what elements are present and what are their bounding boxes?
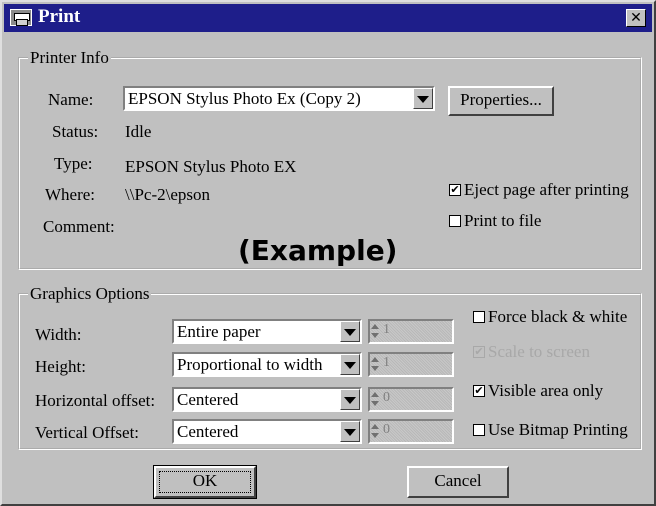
force-black-white-label: Force black & white bbox=[488, 307, 628, 326]
visible-area-only-label: Visible area only bbox=[488, 381, 604, 400]
spin-arrows-icon[interactable] bbox=[370, 321, 380, 342]
vertical-offset-spinner-value: 0 bbox=[383, 422, 390, 437]
checkbox-icon bbox=[449, 215, 461, 227]
width-select[interactable]: Entire paper bbox=[172, 319, 362, 344]
check-mark-icon: ✔ bbox=[473, 384, 485, 397]
height-spinner[interactable]: 1 bbox=[368, 352, 454, 377]
width-label: Width: bbox=[35, 325, 82, 344]
horizontal-offset-label: Horizontal offset: bbox=[35, 391, 156, 410]
horizontal-offset-select[interactable]: Centered bbox=[172, 387, 362, 412]
checkbox-icon bbox=[473, 311, 485, 323]
height-spinner-value: 1 bbox=[383, 355, 390, 370]
use-bitmap-printing-label: Use Bitmap Printing bbox=[488, 420, 628, 439]
chevron-down-icon[interactable] bbox=[340, 389, 360, 410]
height-value: Proportional to width bbox=[177, 355, 323, 374]
status-value: Idle bbox=[125, 122, 152, 141]
comment-label: Comment: bbox=[43, 217, 115, 236]
print-dialog: Print ✕ Printer Info Name: EPSON Stylus … bbox=[0, 0, 656, 506]
horizontal-offset-spinner-value: 0 bbox=[383, 390, 390, 405]
cancel-button[interactable]: Cancel bbox=[407, 466, 509, 498]
status-label: Status: bbox=[52, 122, 99, 141]
print-to-file-label: Print to file bbox=[464, 211, 542, 230]
vertical-offset-label: Vertical Offset: bbox=[35, 423, 140, 442]
height-label: Height: bbox=[35, 357, 86, 376]
chevron-down-icon[interactable] bbox=[340, 321, 360, 342]
horizontal-offset-spinner[interactable]: 0 bbox=[368, 387, 454, 412]
chevron-down-icon[interactable] bbox=[413, 88, 433, 109]
focus-ring bbox=[159, 471, 251, 493]
ok-button[interactable]: OK bbox=[153, 465, 257, 499]
graphics-options-legend: Graphics Options bbox=[30, 284, 150, 303]
check-mark-icon: ✔ bbox=[449, 183, 461, 196]
printer-name-select[interactable]: EPSON Stylus Photo Ex (Copy 2) bbox=[123, 86, 435, 111]
type-value: EPSON Stylus Photo EX bbox=[125, 157, 297, 176]
vertical-offset-value: Centered bbox=[177, 422, 239, 441]
width-spinner[interactable]: 1 bbox=[368, 319, 454, 344]
vertical-offset-select[interactable]: Centered bbox=[172, 419, 362, 444]
spin-arrows-icon[interactable] bbox=[370, 389, 380, 410]
type-label: Type: bbox=[54, 154, 93, 173]
title-bar[interactable]: Print ✕ bbox=[4, 4, 652, 32]
spin-arrows-icon[interactable] bbox=[370, 354, 380, 375]
spin-arrows-icon[interactable] bbox=[370, 421, 380, 442]
where-label: Where: bbox=[45, 185, 96, 204]
horizontal-offset-value: Centered bbox=[177, 390, 239, 409]
properties-button[interactable]: Properties... bbox=[448, 86, 554, 116]
width-value: Entire paper bbox=[177, 322, 261, 341]
printer-info-legend: Printer Info bbox=[30, 48, 109, 67]
printer-icon bbox=[10, 9, 32, 26]
height-select[interactable]: Proportional to width bbox=[172, 352, 362, 377]
close-button[interactable]: ✕ bbox=[626, 9, 646, 27]
scale-to-screen-label: Scale to screen bbox=[488, 342, 590, 361]
name-label: Name: bbox=[48, 90, 94, 109]
example-overlay-text: (Example) bbox=[238, 234, 398, 267]
where-value: \\Pc-2\epson bbox=[125, 185, 210, 204]
dialog-title: Print bbox=[38, 6, 81, 27]
checkbox-icon bbox=[473, 424, 485, 436]
eject-page-label: Eject page after printing bbox=[464, 180, 629, 199]
chevron-down-icon[interactable] bbox=[340, 354, 360, 375]
printer-name-value: EPSON Stylus Photo Ex (Copy 2) bbox=[128, 89, 361, 108]
vertical-offset-spinner[interactable]: 0 bbox=[368, 419, 454, 444]
check-mark-icon: ✔ bbox=[473, 345, 485, 358]
width-spinner-value: 1 bbox=[383, 322, 390, 337]
chevron-down-icon[interactable] bbox=[340, 421, 360, 442]
